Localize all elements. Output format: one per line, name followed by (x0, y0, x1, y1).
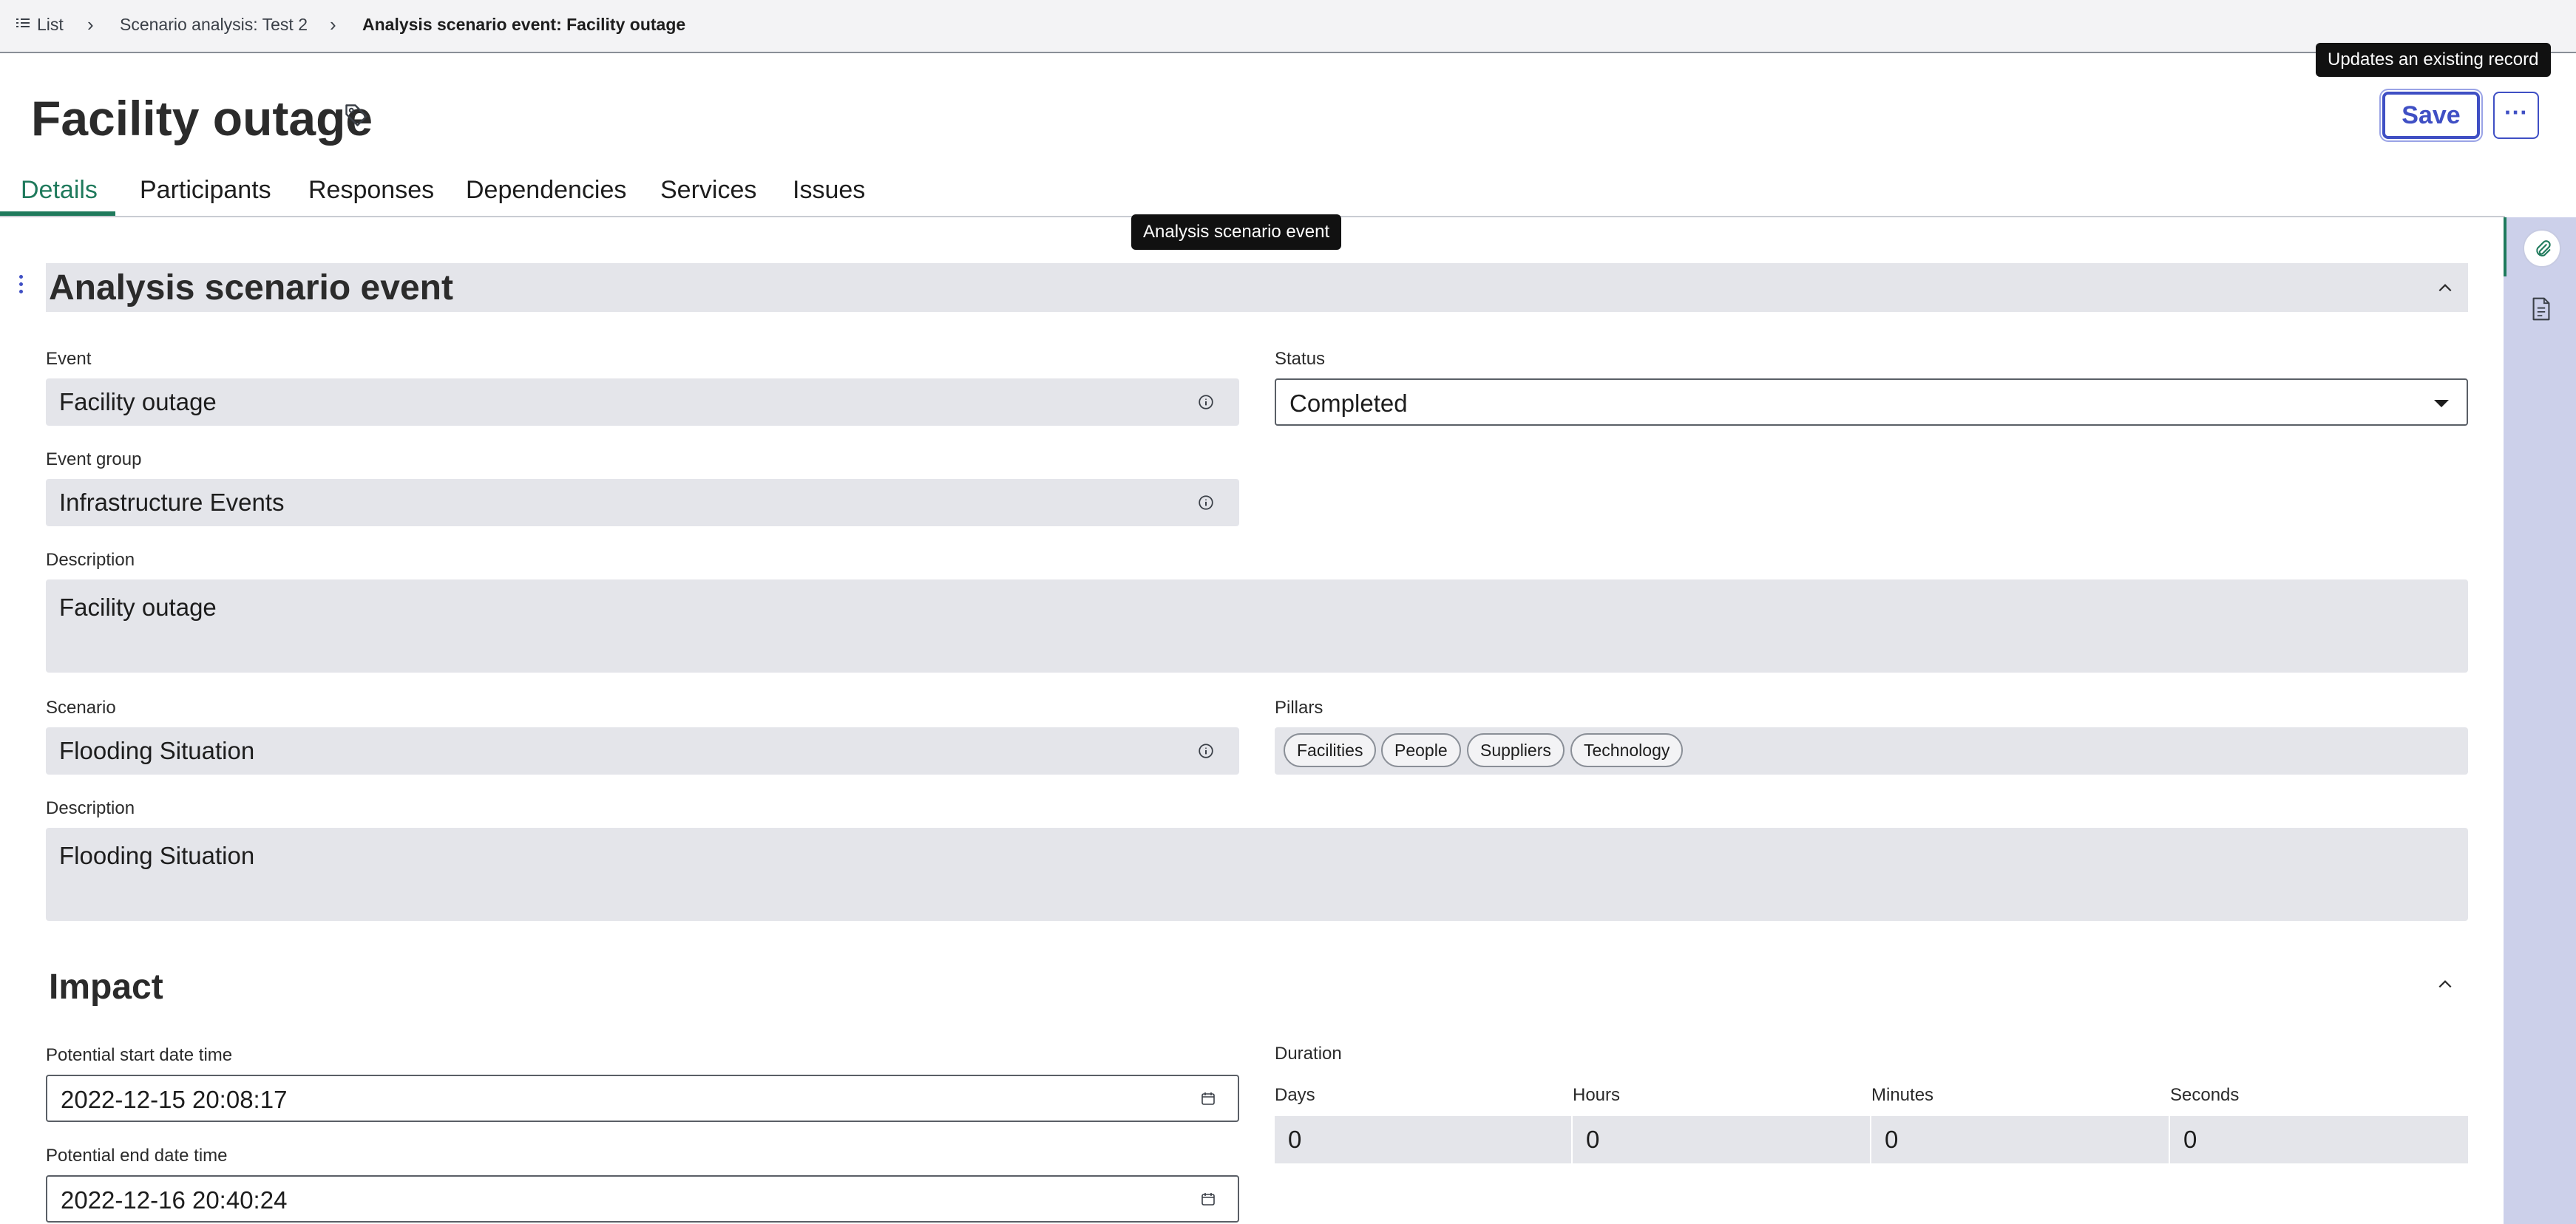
minutes-label: Minutes (1871, 1085, 1934, 1105)
tab-issues[interactable]: Issues (793, 176, 865, 205)
rail-active-indicator (2504, 217, 2506, 276)
active-tab-indicator (0, 211, 115, 216)
event-group-field[interactable]: Infrastructure Events (46, 479, 1239, 526)
seconds-label: Seconds (2170, 1085, 2240, 1105)
hours-field[interactable]: 0 (1573, 1116, 1870, 1163)
seconds-field[interactable]: 0 (2170, 1116, 2468, 1163)
pillars-label: Pillars (1275, 698, 1323, 718)
page-title: Facility outage (31, 91, 373, 146)
start-date-input[interactable]: 2022-12-15 20:08:17 (46, 1075, 1239, 1122)
section-title: Analysis scenario event (49, 268, 453, 307)
scenario-field[interactable]: Flooding Situation (46, 727, 1239, 775)
side-panel-rail (2504, 217, 2576, 1224)
end-date-value: 2022-12-16 20:40:24 (61, 1186, 288, 1214)
section-header-event[interactable]: Analysis scenario event (46, 263, 2468, 312)
pillar-chip-people[interactable]: People (1381, 733, 1461, 767)
section-tooltip: Analysis scenario event (1131, 214, 1342, 250)
chevron-right-icon: › (330, 13, 336, 35)
tab-bar: Details Participants Responses Dependenc… (0, 163, 2505, 217)
info-icon[interactable] (1198, 394, 1214, 410)
calendar-icon[interactable] (1201, 1191, 1216, 1206)
info-icon[interactable] (1198, 494, 1214, 511)
breadcrumb-current: Analysis scenario event: Facility outage (362, 15, 686, 34)
info-icon[interactable] (1198, 743, 1214, 759)
duration-label: Duration (1275, 1044, 1342, 1064)
tab-responses[interactable]: Responses (308, 176, 434, 205)
hours-label: Hours (1573, 1085, 1621, 1105)
breadcrumb-list-link[interactable]: List (37, 15, 64, 35)
tab-services[interactable]: Services (660, 176, 756, 205)
tab-dependencies[interactable]: Dependencies (466, 176, 626, 205)
scenario-description-field[interactable]: Flooding Situation (46, 828, 2468, 921)
save-button[interactable]: Save (2382, 92, 2480, 139)
more-actions-button[interactable]: ··· (2493, 92, 2539, 139)
scenario-description-label: Description (46, 798, 135, 818)
end-date-input[interactable]: 2022-12-16 20:40:24 (46, 1175, 1239, 1223)
end-date-label: Potential end date time (46, 1146, 228, 1166)
days-field[interactable]: 0 (1275, 1116, 1571, 1163)
tag-icon[interactable] (343, 102, 370, 129)
minutes-field[interactable]: 0 (1871, 1116, 2169, 1163)
tab-participants[interactable]: Participants (140, 176, 271, 205)
event-value: Facility outage (59, 388, 217, 415)
status-value: Completed (1289, 390, 1408, 417)
event-label: Event (46, 349, 92, 369)
list-icon (16, 16, 30, 30)
chevron-up-icon[interactable] (2437, 279, 2453, 296)
section-title: Impact (49, 968, 163, 1007)
days-label: Days (1275, 1085, 1315, 1105)
status-select[interactable]: Completed (1275, 378, 2468, 426)
section-drag-handle[interactable] (19, 275, 24, 297)
breadcrumb: List › Scenario analysis: Test 2 › Analy… (0, 0, 2576, 53)
event-group-label: Event group (46, 449, 142, 469)
paperclip-icon (2536, 240, 2551, 256)
event-field[interactable]: Facility outage (46, 378, 1239, 426)
description-field[interactable]: Facility outage (46, 579, 2468, 673)
description-label: Description (46, 550, 135, 570)
breadcrumb-parent-link[interactable]: Scenario analysis: Test 2 (120, 15, 308, 35)
pillar-chip-suppliers[interactable]: Suppliers (1467, 733, 1565, 767)
chevron-up-icon[interactable] (2437, 976, 2453, 992)
attachments-button[interactable] (2523, 229, 2561, 268)
pillar-chip-technology[interactable]: Technology (1570, 733, 1684, 767)
caret-down-icon (2434, 400, 2449, 407)
tab-details[interactable]: Details (21, 176, 98, 205)
scenario-label: Scenario (46, 698, 116, 718)
start-date-label: Potential start date time (46, 1045, 233, 1065)
status-label: Status (1275, 349, 1326, 369)
start-date-value: 2022-12-15 20:08:17 (61, 1086, 288, 1113)
chevron-right-icon: › (87, 13, 94, 35)
event-group-value: Infrastructure Events (59, 489, 285, 516)
pillar-chip-facilities[interactable]: Facilities (1284, 733, 1377, 767)
scenario-value: Flooding Situation (59, 737, 255, 764)
save-tooltip: Updates an existing record (2316, 43, 2551, 77)
calendar-icon[interactable] (1201, 1091, 1216, 1106)
document-icon[interactable] (2532, 297, 2551, 321)
